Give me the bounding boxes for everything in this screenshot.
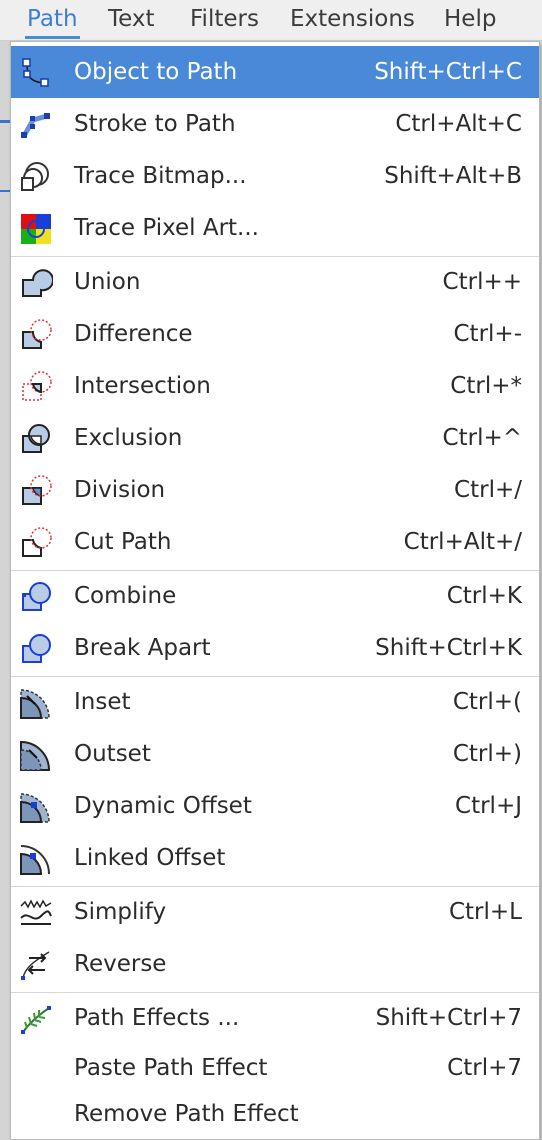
combine-icon [19,580,53,614]
menu-item-intersection[interactable]: Intersection Ctrl+* [11,360,539,412]
background-accent-line-2 [0,190,10,192]
background-accent-line [0,120,10,123]
menu-item-label: Object to Path [74,59,238,85]
cut-path-icon [19,526,53,560]
menu-item-dynamic-offset[interactable]: Dynamic Offset Ctrl+J [11,780,539,832]
stroke-to-path-icon [19,108,53,142]
menu-item-union[interactable]: Union Ctrl++ [11,256,539,308]
menu-item-label: Cut Path [74,529,172,555]
trace-pixel-art-icon [19,212,53,246]
menu-item-object-to-path[interactable]: Object to Path Shift+Ctrl+C [11,46,539,98]
outset-icon [19,738,53,772]
menu-item-label: Break Apart [74,635,211,661]
menubar-extensions[interactable]: Extensions [278,0,427,40]
menu-item-path-effects[interactable]: Path Effects ... Shift+Ctrl+7 [11,992,539,1044]
menu-item-outset[interactable]: Outset Ctrl+) [11,728,539,780]
menu-item-inset[interactable]: Inset Ctrl+( [11,676,539,728]
menu-item-combine[interactable]: Combine Ctrl+K [11,570,539,622]
exclusion-icon [19,422,53,456]
menu-item-shortcut: Shift+Ctrl+C [374,59,522,85]
trace-bitmap-icon [19,160,53,194]
menu-bar: Path Text Filters Extensions Help [0,0,542,41]
menu-item-shortcut: Ctrl+( [452,689,522,715]
menu-item-linked-offset[interactable]: Linked Offset [11,832,539,884]
menu-item-shortcut: Ctrl+7 [447,1055,522,1081]
menu-item-shortcut: Shift+Ctrl+7 [375,1005,522,1031]
dynamic-offset-icon [19,790,53,824]
menu-item-shortcut: Ctrl+J [455,793,522,819]
menu-item-reverse[interactable]: Reverse [11,938,539,990]
menu-item-exclusion[interactable]: Exclusion Ctrl+^ [11,412,539,464]
simplify-icon [19,896,53,930]
menu-item-label: Trace Pixel Art... [74,215,259,241]
menu-item-shortcut: Ctrl+Alt+/ [403,529,522,555]
menu-item-stroke-to-path[interactable]: Stroke to Path Ctrl+Alt+C [11,98,539,150]
menu-item-label: Union [74,269,141,295]
menu-item-shortcut: Ctrl+- [453,321,523,347]
menu-item-remove-path-effect[interactable]: Remove Path Effect [11,1088,539,1140]
menu-item-shortcut: Ctrl+/ [454,477,522,503]
menu-item-label: Difference [74,321,193,347]
menu-item-label: Remove Path Effect [74,1101,299,1127]
menu-item-difference[interactable]: Difference Ctrl+- [11,308,539,360]
linked-offset-icon [19,842,53,876]
menu-item-shortcut: Ctrl+Alt+C [395,111,522,137]
path-effects-icon [19,1002,53,1036]
menu-item-label: Path Effects ... [74,1005,240,1031]
background-window-edge [0,41,10,1140]
menubar-help[interactable]: Help [432,0,508,40]
object-to-path-icon [19,56,53,90]
menu-item-paste-path-effect[interactable]: Paste Path Effect Ctrl+7 [11,1042,539,1094]
menu-item-division[interactable]: Division Ctrl+/ [11,464,539,516]
menu-item-label: Reverse [74,951,167,977]
menu-item-shortcut: Ctrl+) [452,741,522,767]
menu-item-simplify[interactable]: Simplify Ctrl+L [11,886,539,938]
menu-item-trace-pixel-art[interactable]: Trace Pixel Art... [11,202,539,254]
reverse-icon [19,948,53,982]
menu-item-label: Combine [74,583,177,609]
menu-item-label: Stroke to Path [74,111,236,137]
menu-item-shortcut: Ctrl+L [448,899,522,925]
menu-item-shortcut: Ctrl+^ [442,425,522,451]
division-icon [19,474,53,508]
menu-item-label: Paste Path Effect [74,1055,268,1081]
menu-item-break-apart[interactable]: Break Apart Shift+Ctrl+K [11,622,539,674]
menu-item-trace-bitmap[interactable]: Trace Bitmap... Shift+Alt+B [11,150,539,202]
path-menu: Object to Path Shift+Ctrl+C Stroke to Pa… [10,41,540,1140]
menu-item-label: Trace Bitmap... [74,163,247,189]
menu-item-label: Dynamic Offset [74,793,252,819]
menu-item-label: Division [74,477,166,503]
union-icon [19,266,53,300]
inset-icon [19,686,53,720]
menu-item-label: Intersection [74,373,211,399]
menu-item-label: Simplify [74,899,167,925]
menu-item-cut-path[interactable]: Cut Path Ctrl+Alt+/ [11,516,539,568]
menu-item-label: Inset [74,689,131,715]
menu-item-shortcut: Ctrl+* [450,373,522,399]
menubar-path[interactable]: Path [15,0,90,40]
break-apart-icon [19,632,53,666]
menubar-filters[interactable]: Filters [178,0,271,40]
menu-item-label: Linked Offset [74,845,226,871]
menu-item-label: Outset [74,741,151,767]
menu-item-shortcut: Ctrl++ [442,269,522,295]
menu-item-shortcut: Shift+Alt+B [384,163,522,189]
menu-item-shortcut: Ctrl+K [446,583,522,609]
menu-item-shortcut: Shift+Ctrl+K [375,635,522,661]
intersection-icon [19,370,53,404]
menubar-text[interactable]: Text [96,0,167,40]
menu-item-label: Exclusion [74,425,183,451]
difference-icon [19,318,53,352]
